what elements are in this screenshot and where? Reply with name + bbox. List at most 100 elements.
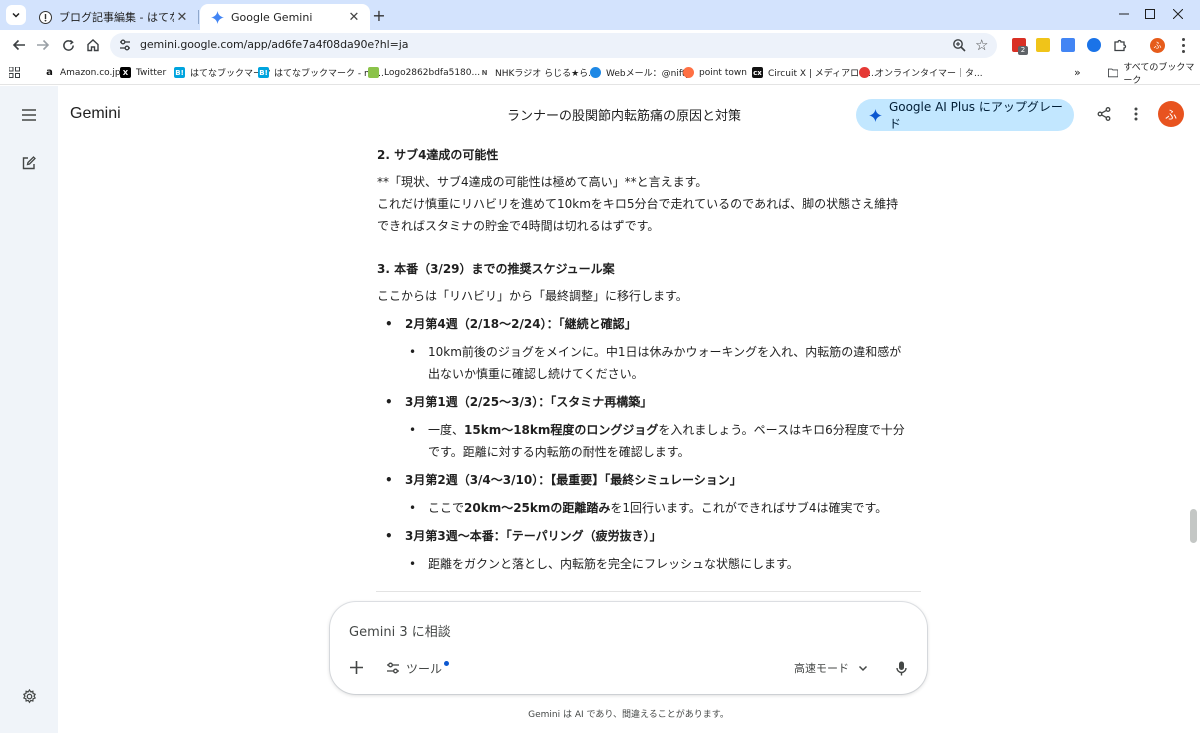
scrollbar-thumb[interactable] xyxy=(1190,509,1197,543)
add-file-button[interactable] xyxy=(346,657,366,677)
gemini-brand[interactable]: Gemini xyxy=(70,105,121,123)
bookmarks-bar: a Amazon.co.jp X Twitter B! はてなブックマーク B! はてな… xyxy=(0,60,1200,86)
point-town-icon xyxy=(683,67,694,78)
section-heading: 3. 本番（3/29）までの推奨スケジュール案 xyxy=(377,262,615,276)
paragraph: ここからは「リハビリ」から「最終調整」に移行します。 xyxy=(377,289,688,303)
circuit-x-icon: cx xyxy=(752,67,763,78)
close-icon[interactable]: ✕ xyxy=(346,9,362,25)
mode-selector[interactable]: 高速モード xyxy=(794,659,868,677)
minimize-button[interactable] xyxy=(1112,4,1136,24)
list-item-continuation: 出ないか慎重に確認し続けてください。 xyxy=(428,367,644,381)
new-chat-button[interactable] xyxy=(17,151,41,175)
ai-disclaimer: Gemini は AI であり、間違えることがあります。 xyxy=(528,710,729,720)
back-button[interactable] xyxy=(9,35,29,55)
side-rail xyxy=(0,86,58,733)
tab-title: Google Gemini xyxy=(231,10,313,24)
list-item: 一度、15km〜18km程度のロングジョグを入れましょう。ペースはキロ6分程度で… xyxy=(377,419,922,441)
bookmark-twitter[interactable]: X Twitter xyxy=(120,65,166,80)
upgrade-button[interactable]: Google AI Plus にアップグレード xyxy=(856,99,1074,131)
browser-toolbar: gemini.google.com/app/ad6fe7a4f08da90e?h… xyxy=(0,30,1200,60)
section-heading: 2. サブ4達成の可能性 xyxy=(377,148,499,162)
hatena-bookmark-icon: B! xyxy=(174,67,185,78)
share-button[interactable] xyxy=(1094,104,1114,124)
hatena-blog-icon xyxy=(38,10,52,24)
home-button[interactable] xyxy=(83,35,103,55)
zoom-icon[interactable] xyxy=(952,38,966,52)
bookmark-nhk-radio[interactable]: N NHKラジオ らじる★ら... xyxy=(479,65,597,80)
user-avatar[interactable]: ふ xyxy=(1158,101,1184,127)
new-indicator-dot xyxy=(444,660,450,666)
tab-divider xyxy=(198,10,199,24)
edit-icon xyxy=(22,156,36,170)
tab-strip: ブログ記事編集 - はてなブログ ✕ Google Gemini ✕ + xyxy=(0,0,1200,30)
list-item: ここで20km〜25kmの距離踏みを1回行います。これができればサブ4は確実です… xyxy=(377,497,922,519)
prompt-input[interactable]: Gemini 3 に相談 xyxy=(349,621,451,640)
home-icon xyxy=(87,39,99,52)
folder-icon xyxy=(1108,68,1119,78)
tab-google-gemini[interactable]: Google Gemini ✕ xyxy=(200,4,370,30)
more-vert-icon xyxy=(1134,107,1138,121)
mode-label: 高速モード xyxy=(794,662,849,675)
list-item: 3月第1週（2/25〜3/3）：「スタミナ再構築」 xyxy=(377,391,922,413)
forward-button[interactable] xyxy=(33,35,53,55)
translate-extension-icon[interactable] xyxy=(1061,38,1075,52)
extensions-button[interactable] xyxy=(1110,35,1130,55)
maximize-button[interactable] xyxy=(1138,4,1162,24)
list-item: 10km前後のジョグをメインに。中1日は休みかウォーキングを入れ、内転筋の違和感… xyxy=(377,341,922,363)
timer-icon xyxy=(859,67,870,78)
extension-exif-icon[interactable] xyxy=(1036,38,1050,52)
bookmarks-overflow-button[interactable]: » xyxy=(1074,65,1081,80)
bookmark-nifty-mail[interactable]: Webメール：@nifty xyxy=(590,65,691,80)
more-options-button[interactable] xyxy=(1126,104,1146,124)
tab-search-button[interactable] xyxy=(6,5,26,25)
response-content: 2. サブ4達成の可能性 **「現状、サブ4達成の可能性は極めて高い」**と言え… xyxy=(377,143,922,575)
reload-button[interactable] xyxy=(58,35,78,55)
microphone-button[interactable] xyxy=(892,658,910,678)
conversation-title[interactable]: ランナーの股関節内転筋痛の原因と対策 xyxy=(440,105,808,124)
all-bookmarks-button[interactable]: すべてのブックマーク xyxy=(1108,63,1200,86)
content-divider xyxy=(376,591,921,592)
chevron-down-icon xyxy=(12,12,20,18)
chevron-down-icon xyxy=(858,665,868,672)
bookmark-amazon[interactable]: a Amazon.co.jp xyxy=(44,65,120,80)
hatena-bookmark-icon: B! xyxy=(258,67,269,78)
upgrade-label: Google AI Plus にアップグレード xyxy=(888,100,1063,131)
main-menu-button[interactable] xyxy=(17,103,41,127)
close-window-button[interactable] xyxy=(1166,4,1190,24)
paragraph: **「現状、サブ4達成の可能性は極めて高い」**と言えます。 xyxy=(377,175,708,189)
bookmark-hatena-mf[interactable]: B! はてなブックマーク - mf... xyxy=(258,65,384,80)
close-icon xyxy=(1173,9,1183,19)
site-settings-icon[interactable] xyxy=(118,38,132,52)
minimize-icon xyxy=(1119,13,1129,15)
list-item: 3月第3週〜本番：「テーパリング（疲労抜き）」 xyxy=(377,525,922,547)
apps-grid-icon xyxy=(9,67,20,78)
list-item: 3月第2週（3/4〜3/10）：【最重要】「最終シミュレーション」 xyxy=(377,469,922,491)
gemini-app: Gemini ランナーの股関節内転筋痛の原因と対策 Google AI Plus… xyxy=(0,86,1200,733)
paragraph: これだけ慎重にリハビリを進めて10kmをキロ5分台で走れているのであれば、脚の状… xyxy=(377,197,899,211)
nhk-icon: N xyxy=(481,68,488,77)
bookmark-logo[interactable]: Logo2862bdfa5180... xyxy=(368,65,480,80)
bookmark-point-town[interactable]: point town xyxy=(683,65,747,80)
hamburger-menu-icon xyxy=(22,109,36,121)
list-item-continuation: です。距離に対する内転筋の耐性を確認します。 xyxy=(428,445,690,459)
close-icon[interactable]: ✕ xyxy=(174,9,190,25)
bookmark-star-icon[interactable]: ☆ xyxy=(975,36,988,54)
reload-icon xyxy=(62,39,74,51)
gemini-spark-icon xyxy=(210,10,224,24)
browser-menu-icon[interactable] xyxy=(1176,36,1190,54)
address-bar[interactable]: gemini.google.com/app/ad6fe7a4f08da90e?h… xyxy=(110,33,997,58)
bookmark-hatena[interactable]: B! はてなブックマーク xyxy=(174,65,271,80)
apps-button[interactable] xyxy=(9,65,20,80)
tools-button[interactable]: ツール xyxy=(386,659,450,677)
settings-button[interactable] xyxy=(17,684,41,708)
bookmark-online-timer[interactable]: オンラインタイマー｜タ... xyxy=(859,65,983,80)
profile-avatar[interactable]: ふ xyxy=(1150,38,1165,53)
url-text[interactable]: gemini.google.com/app/ad6fe7a4f08da90e?h… xyxy=(140,38,408,51)
tab-hatena-blog[interactable]: ブログ記事編集 - はてなブログ ✕ xyxy=(28,4,198,30)
extension-blue-icon[interactable] xyxy=(1087,38,1101,52)
sparkle-icon xyxy=(869,108,882,122)
puzzle-icon xyxy=(1114,39,1127,52)
bookmark-circuit-x[interactable]: cx Circuit X | メディアログ... xyxy=(752,65,877,80)
nifty-icon xyxy=(590,67,601,78)
new-tab-button[interactable]: + xyxy=(370,6,388,25)
